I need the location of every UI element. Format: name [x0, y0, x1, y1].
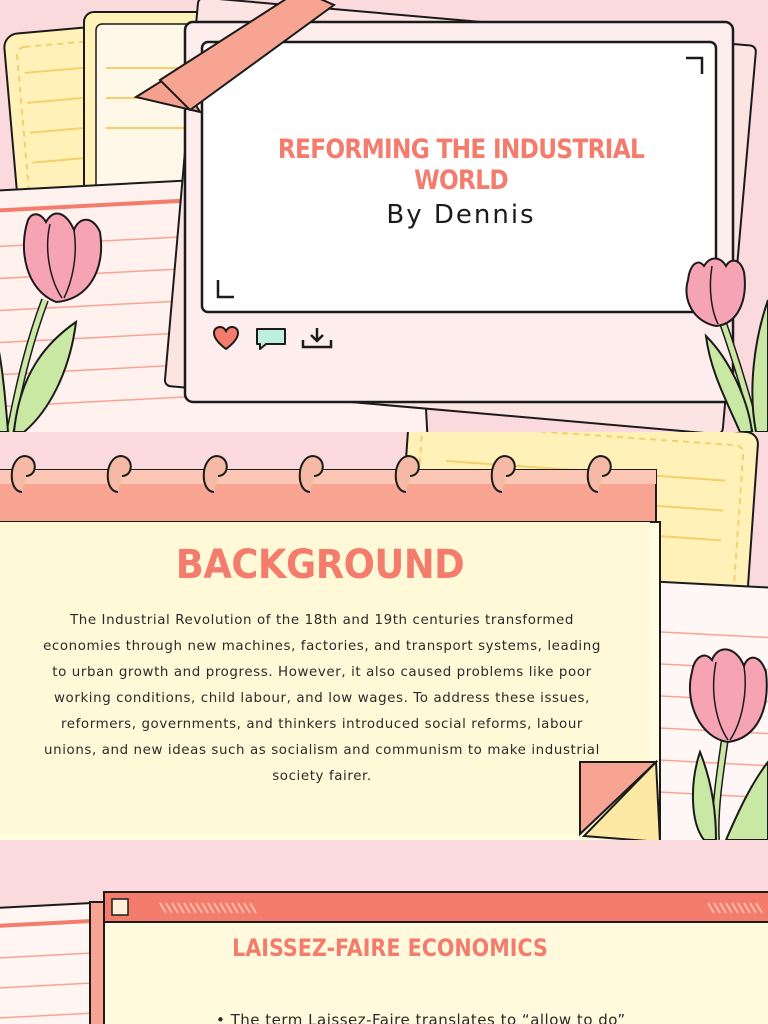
laissez-faire-bullet: • The term Laissez-Faire translates to “…: [216, 1011, 626, 1024]
slide-laissez-faire-artwork: [0, 840, 768, 1024]
slide-title-heading: REFORMING THE INDUSTRIAL WORLD: [277, 134, 645, 196]
slides-page: REFORMING THE INDUSTRIAL WORLD By Dennis: [0, 0, 768, 1024]
slide-title: REFORMING THE INDUSTRIAL WORLD By Dennis: [0, 0, 768, 432]
slide-author-subtitle: By Dennis: [386, 200, 536, 230]
background-heading: BACKGROUND: [175, 542, 465, 588]
slide-background: BACKGROUND The Industrial Revolution of …: [0, 432, 768, 840]
laissez-faire-heading: LAISSEZ-FAIRE ECONOMICS: [232, 934, 548, 962]
slide-laissez-faire: LAISSEZ-FAIRE ECONOMICS • The term Laiss…: [0, 840, 768, 1024]
background-paragraph: The Industrial Revolution of the 18th an…: [43, 613, 601, 784]
comment-icon[interactable]: [254, 326, 288, 352]
download-icon[interactable]: [300, 326, 334, 350]
heart-icon[interactable]: [212, 325, 240, 351]
